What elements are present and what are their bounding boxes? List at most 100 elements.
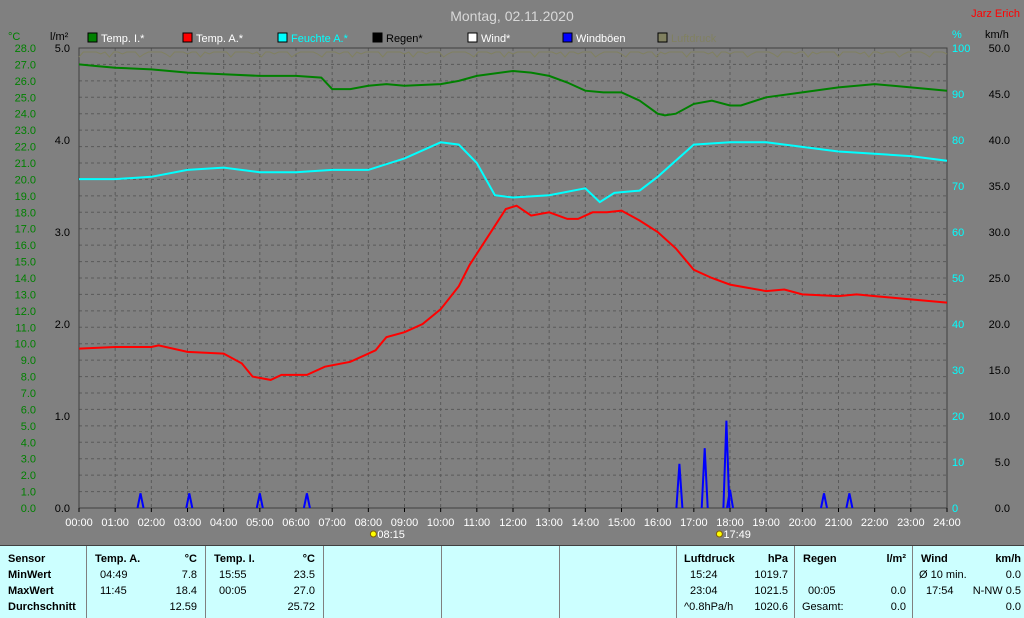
legend-label: Windböen	[576, 33, 626, 45]
wind-tick-label: 25.0	[989, 273, 1010, 285]
temp-a-head: Temp. A.	[95, 553, 141, 565]
time-tick-label: 20:00	[789, 517, 817, 529]
time-tick-label: 15:00	[608, 517, 636, 529]
hum-tick-label: 20	[952, 411, 964, 423]
time-tick-label: 23:00	[897, 517, 925, 529]
legend-swatch	[182, 32, 193, 43]
temp-tick-label: 18.0	[15, 207, 36, 219]
time-tick-label: 18:00	[716, 517, 744, 529]
wind-min: 0.0	[1005, 569, 1021, 581]
time-tick-label: 24:00	[933, 517, 961, 529]
legend-swatch	[372, 32, 383, 43]
rain-total: 0.0	[890, 601, 906, 613]
temp-tick-label: 24.0	[15, 109, 36, 121]
pressure-column: Luftdruck hPa 15:24 1019.7 23:04 1021.5 ^0.…	[677, 546, 795, 618]
temp-tick-label: 15.0	[15, 257, 36, 269]
sensor-column: Sensor MinWert MaxWert Durchschnitt	[0, 546, 87, 618]
wind-max: N-NW 0.5	[972, 585, 1021, 597]
temp-tick-label: 7.0	[21, 388, 36, 400]
temp-i-head: Temp. I.	[214, 553, 255, 565]
temp-i-column: Temp. I. °C 15:55 23.5 00:05 27.0 25.72	[206, 546, 324, 618]
rain-tick-label: 2.0	[55, 319, 70, 331]
temp-tick-label: 22.0	[15, 142, 36, 154]
wind-avg: 0.0	[1005, 601, 1021, 613]
temp-tick-label: 1.0	[21, 487, 36, 499]
legend-swatch	[87, 32, 98, 43]
empty-column-3	[560, 546, 677, 618]
wind-head: Wind	[921, 553, 948, 565]
wind-column: Wind km/h Ø 10 min. 0.0 17:54 N-NW 0.5 0.0	[913, 546, 1024, 618]
hum-tick-label: 70	[952, 181, 964, 193]
time-tick-label: 00:00	[65, 517, 93, 529]
pressure-max-time: 23:04	[690, 585, 718, 597]
rain-tick-label: 1.0	[55, 411, 70, 423]
temp-tick-label: 8.0	[21, 372, 36, 384]
temp-i-min: 23.5	[293, 569, 315, 581]
temp-i-max: 27.0	[293, 585, 315, 597]
temp-tick-label: 25.0	[15, 92, 36, 104]
rain-tick-label: 4.0	[55, 135, 70, 147]
sunset-icon	[715, 530, 723, 538]
pressure-min-time: 15:24	[690, 569, 718, 581]
time-tick-label: 02:00	[138, 517, 166, 529]
wind-unit-label: km/h	[985, 29, 1009, 41]
temp-i-avg: 25.72	[287, 601, 315, 613]
temp-i-unit: °C	[302, 553, 315, 565]
author-label: Jarz Erich	[971, 8, 1020, 20]
pressure-trend: ^0.8hPa/h	[684, 601, 734, 613]
hum-unit-label: %	[952, 29, 962, 41]
wind-tick-label: 15.0	[989, 365, 1010, 377]
legend-swatch	[562, 32, 573, 43]
wind-tick-label: 30.0	[989, 227, 1010, 239]
time-tick-label: 11:00	[463, 517, 490, 529]
sunrise-icon	[369, 530, 377, 538]
legend: Temp. I.* Temp. A.* Feuchte A.* Regen* Wind*…	[87, 32, 717, 45]
hum-tick-label: 50	[952, 273, 964, 285]
hum-tick-label: 60	[952, 227, 964, 239]
time-tick-label: 14:00	[572, 517, 600, 529]
weather-chart: Montag, 02.11.2020 Jarz Erich °C l/m² % …	[8, 8, 1020, 541]
time-tick-label: 13:00	[535, 517, 563, 529]
rain-tick-label: 5.0	[55, 43, 70, 55]
temp-tick-label: 20.0	[15, 174, 36, 186]
legend-label: Luftdruck	[671, 33, 717, 45]
time-tick-label: 17:00	[680, 517, 708, 529]
time-tick-label: 03:00	[174, 517, 202, 529]
temp-tick-label: 10.0	[15, 339, 36, 351]
rain-tick-label: 0.0	[55, 503, 70, 515]
time-tick-label: 21:00	[825, 517, 853, 529]
rain-column: Regen l/m² 00:05 0.0 Gesamt: 0.0	[795, 546, 913, 618]
legend-label: Feuchte A.*	[291, 33, 349, 45]
time-tick-label: 12:00	[499, 517, 527, 529]
wind-tick-label: 5.0	[995, 457, 1010, 469]
time-axis: 00:00 01:00 02:00 03:00 04:00 05:00 06:00 07:00…	[65, 508, 961, 529]
temp-tick-label: 27.0	[15, 59, 36, 71]
time-tick-label: 01:00	[101, 517, 129, 529]
temp-a-max: 18.4	[175, 585, 197, 597]
temp-a-column: Temp. A. °C 04:49 7.8 11:45 18.4 12.59	[87, 546, 206, 618]
temp-tick-label: 16.0	[15, 240, 36, 252]
legend-label: Wind*	[481, 33, 511, 45]
wind-tick-label: 40.0	[989, 135, 1010, 147]
pressure-avg: 1020.6	[754, 601, 788, 613]
temp-tick-label: 2.0	[21, 470, 36, 482]
temp-tick-label: 5.0	[21, 421, 36, 433]
rain-unit-label: l/m²	[50, 31, 69, 43]
wind-tick-label: 50.0	[989, 43, 1010, 55]
temp-tick-label: 3.0	[21, 454, 36, 466]
temp-a-unit: °C	[184, 553, 197, 565]
time-tick-label: 07:00	[318, 517, 346, 529]
legend-swatch	[277, 32, 288, 43]
empty-column-2	[442, 546, 560, 618]
time-tick-label: 08:00	[355, 517, 383, 529]
temp-tick-label: 12.0	[15, 306, 36, 318]
temp-tick-label: 4.0	[21, 437, 36, 449]
temp-tick-label: 28.0	[15, 43, 36, 55]
hum-tick-label: 90	[952, 89, 964, 101]
temp-a-min-time: 04:49	[100, 569, 128, 581]
rain-tick-label: 3.0	[55, 227, 70, 239]
temp-tick-label: 26.0	[15, 76, 36, 88]
temp-a-avg: 12.59	[169, 601, 197, 613]
hum-tick-label: 100	[952, 43, 970, 55]
pressure-max: 1021.5	[754, 585, 788, 597]
